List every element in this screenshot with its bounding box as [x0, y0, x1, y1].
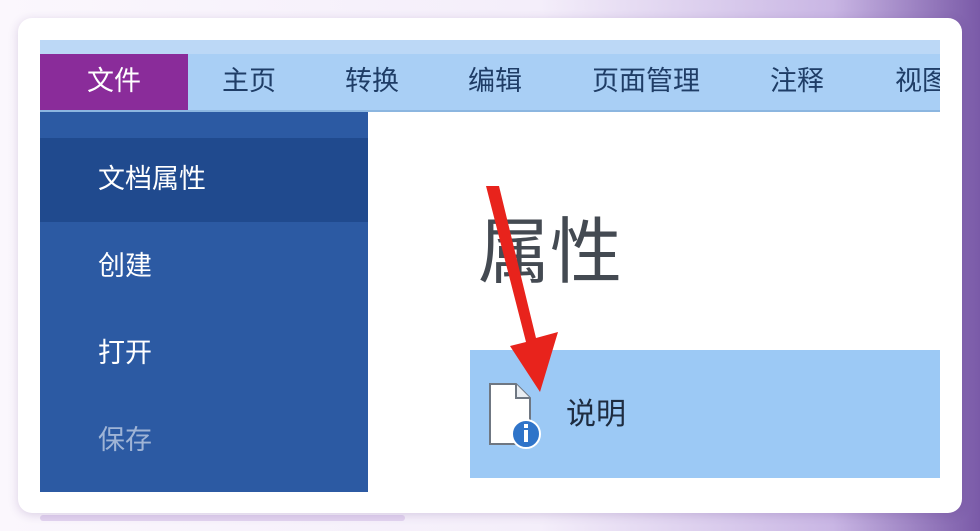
tab-convert[interactable]: 转换: [345, 54, 399, 110]
description-label: 说明: [566, 397, 626, 432]
sidebar-item-save[interactable]: 保存: [40, 399, 368, 483]
tab-home[interactable]: 主页: [222, 54, 276, 110]
sidebar-item-document-properties[interactable]: 文档属性: [40, 138, 368, 222]
ribbon-tab-bar: 文件 主页 转换 编辑 页面管理 注释 视图: [40, 54, 940, 112]
properties-panel: 属性 说明: [368, 112, 940, 492]
sidebar-item-open[interactable]: 打开: [40, 312, 368, 396]
title-bar-strip: [40, 40, 940, 54]
decorative-strip: [40, 515, 405, 521]
tab-edit[interactable]: 编辑: [468, 54, 522, 110]
tab-view[interactable]: 视图: [895, 54, 940, 110]
backstage-sidebar: 文档属性 创建 打开 保存: [40, 112, 368, 492]
red-arrow-icon: [486, 186, 558, 392]
tab-comment[interactable]: 注释: [770, 54, 824, 110]
sidebar-item-create[interactable]: 创建: [40, 225, 368, 309]
tab-file[interactable]: 文件: [40, 54, 188, 110]
tab-page-management[interactable]: 页面管理: [592, 54, 700, 110]
app-window: 文件 主页 转换 编辑 页面管理 注释 视图 文档属性 创建 打开 保存 属性 …: [40, 40, 940, 492]
